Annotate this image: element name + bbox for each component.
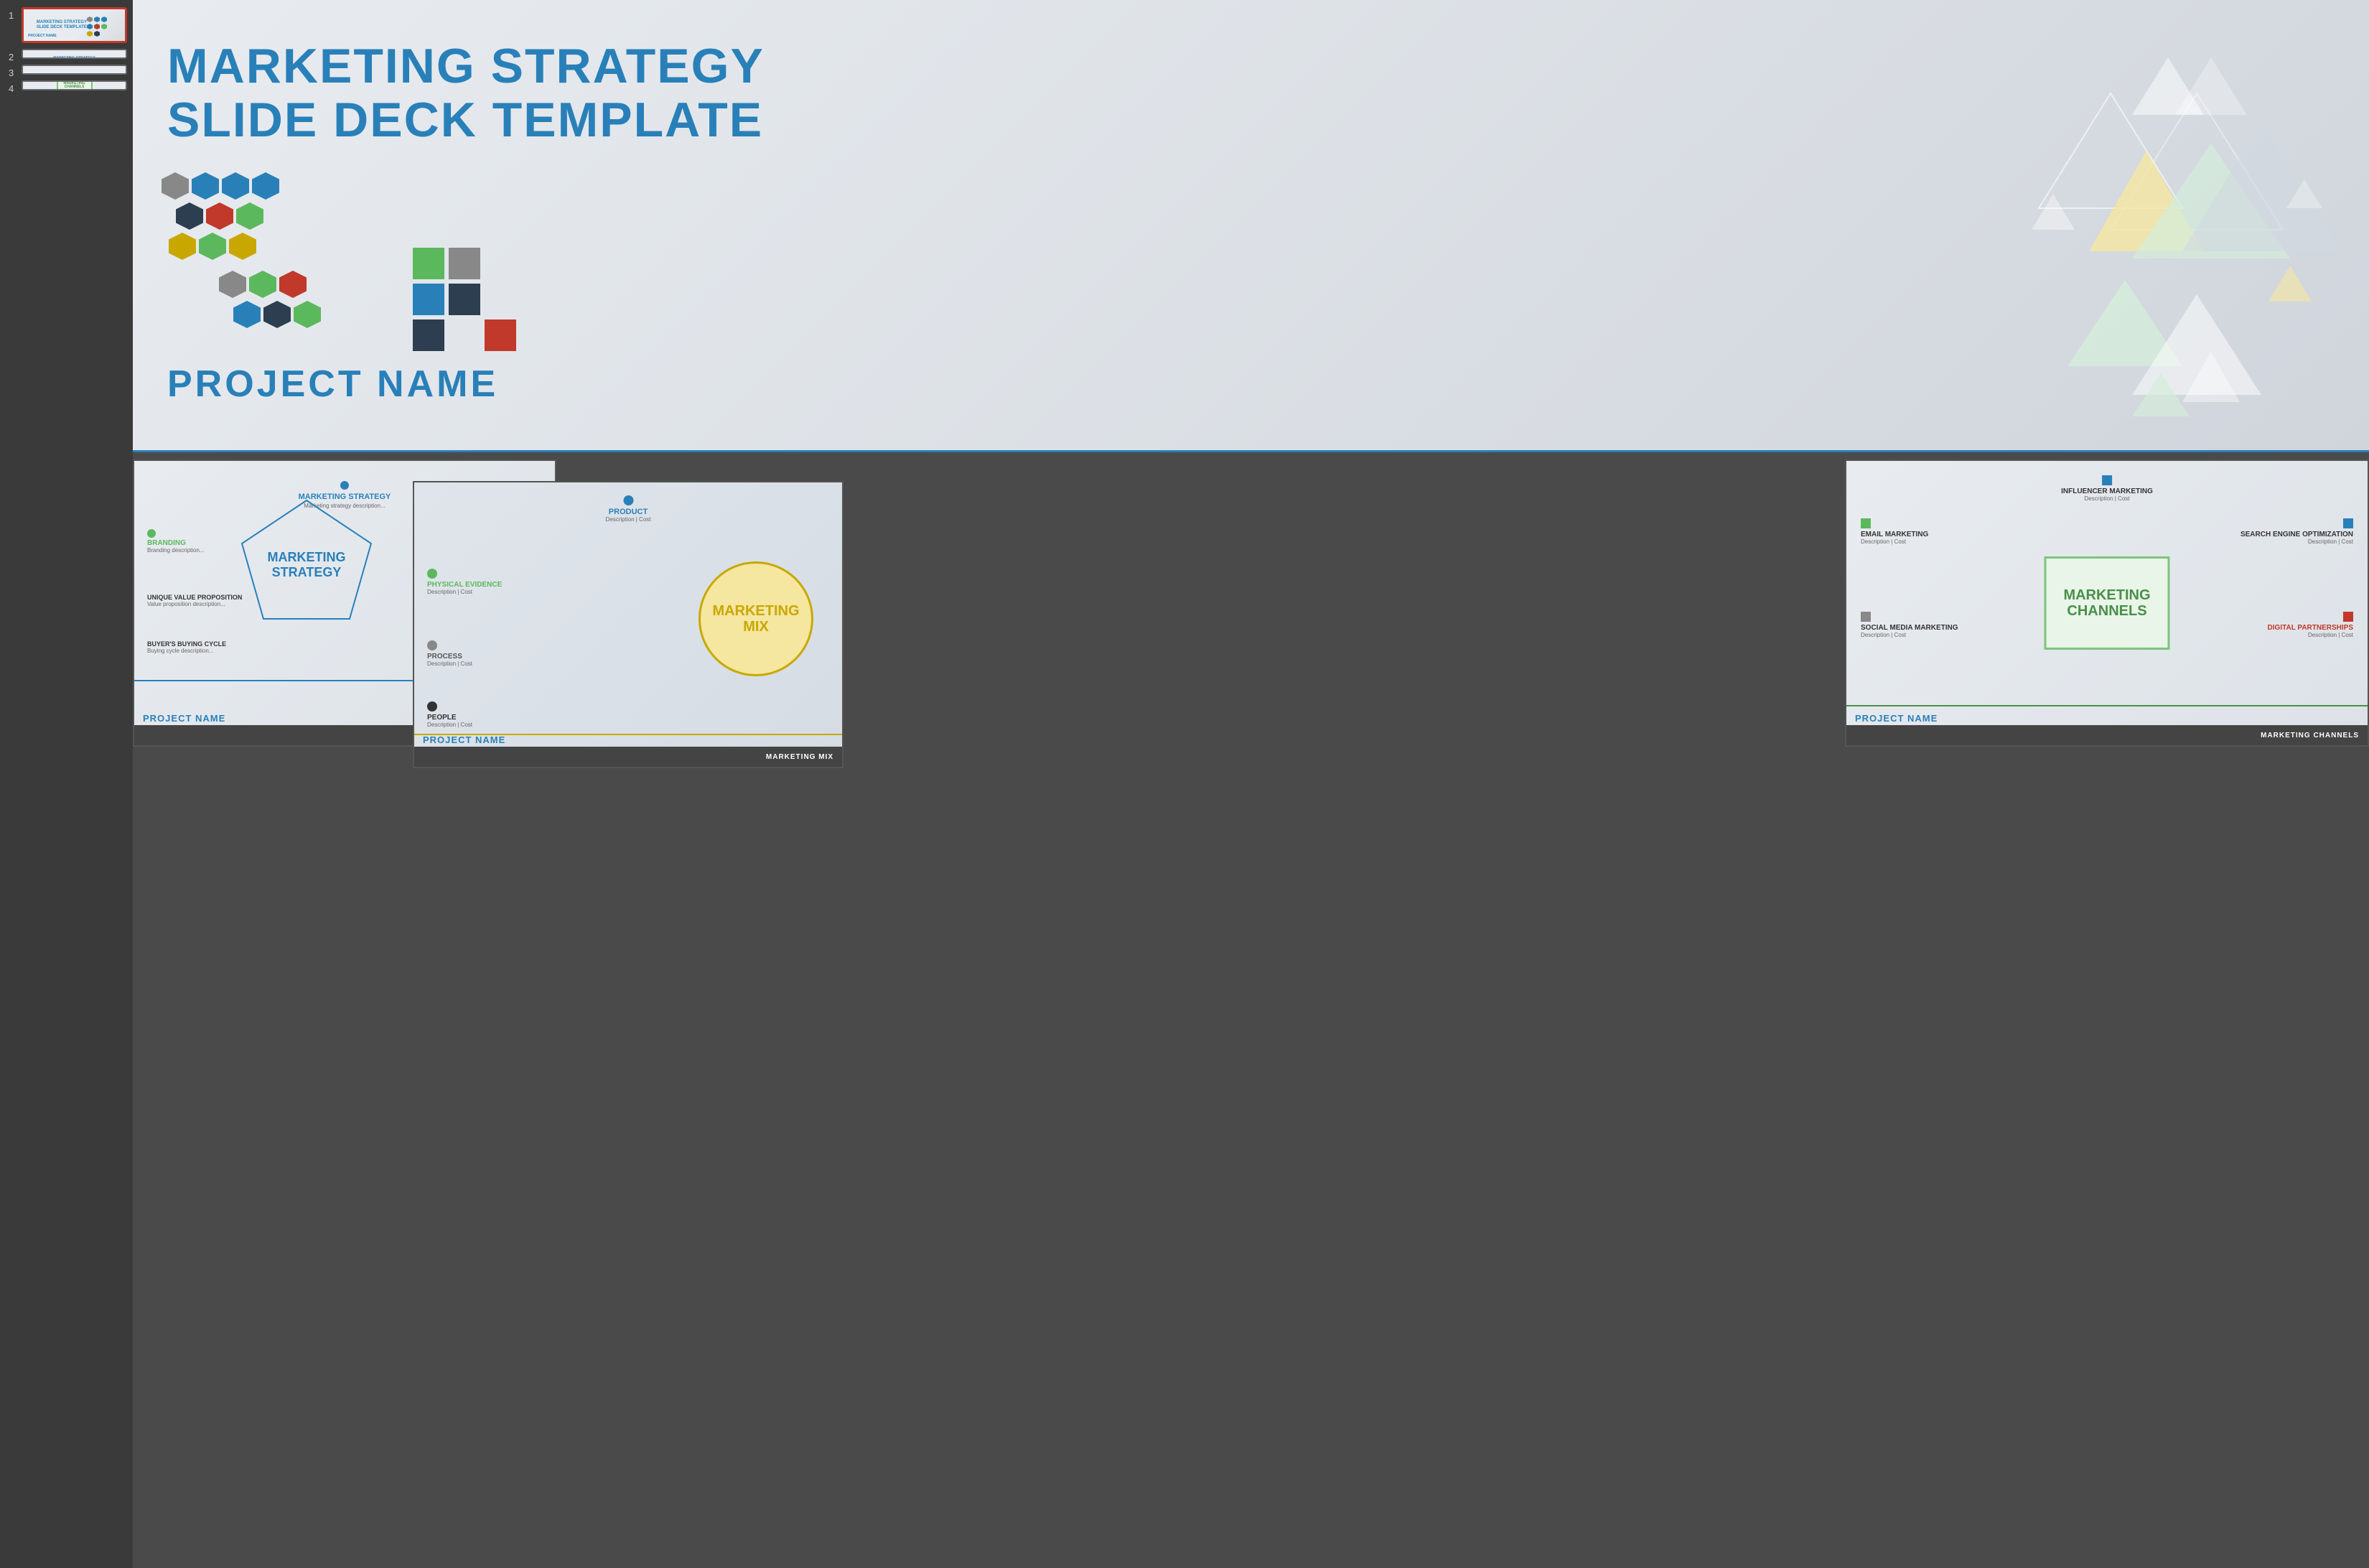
product-title: PRODUCT bbox=[606, 508, 651, 516]
main-slide-project: PROJECT NAME bbox=[167, 363, 498, 406]
uvp-title: UNIQUE VALUE PROPOSITION bbox=[147, 594, 242, 601]
social-title: SOCIAL MEDIA MARKETING bbox=[1861, 624, 1958, 632]
email-item: EMAIL MARKETING Description | Cost bbox=[1861, 518, 1928, 545]
branding-section: BRANDING Branding description... bbox=[147, 529, 205, 554]
right-panel-green-line bbox=[1846, 705, 2368, 706]
digital-item: DIGITAL PARTNERSHIPS Description | Cost bbox=[2268, 612, 2353, 638]
mc-label-line2: CHANNELS bbox=[2063, 603, 2150, 619]
center-panel-footer-text: MARKETING MIX bbox=[766, 753, 833, 761]
slide-panel: 1 MARKETING STRATEGYSLIDE DECK TEMPLATE … bbox=[0, 0, 133, 1568]
uvp-section: UNIQUE VALUE PROPOSITION Value propositi… bbox=[147, 594, 242, 607]
seo-title: SEARCH ENGINE OPTIMIZATION bbox=[2240, 531, 2353, 538]
main-area: MARKETING STRATEGY SLIDE DECK TEMPLATE bbox=[133, 0, 2369, 1568]
slide-thumb-1[interactable]: 1 MARKETING STRATEGYSLIDE DECK TEMPLATE … bbox=[22, 7, 127, 43]
bottom-panels-container: MARKETING STRATEGY Marketing strategy de… bbox=[133, 459, 2369, 761]
influencer-title: INFLUENCER MARKETING bbox=[2061, 487, 2153, 495]
main-slide-bottom-border bbox=[133, 450, 2369, 452]
digital-dot bbox=[2343, 612, 2353, 622]
email-dot bbox=[1861, 518, 1871, 528]
bbc-title: BUYER'S BUYING CYCLE bbox=[147, 640, 226, 648]
process-title: PROCESS bbox=[427, 653, 472, 661]
center-panel-project-name: PROJECT NAME bbox=[423, 734, 505, 745]
mm-label-line2: MIX bbox=[712, 619, 799, 635]
left-panel-project-name: PROJECT NAME bbox=[143, 713, 225, 724]
mm-label-line1: MARKETING bbox=[712, 603, 799, 619]
email-title: EMAIL MARKETING bbox=[1861, 531, 1928, 538]
uvp-sub: Value proposition description... bbox=[147, 601, 242, 607]
digital-title: DIGITAL PARTNERSHIPS bbox=[2268, 624, 2353, 632]
panel-right: MARKETING CHANNELS INFLUENCER MARKETING … bbox=[1845, 459, 2369, 747]
slide-thumb-2[interactable]: 2 MARKETING STRATEGYMarketing strategy d… bbox=[22, 49, 127, 59]
slide-number-1: 1 bbox=[9, 10, 14, 21]
main-slide-title: MARKETING STRATEGY SLIDE DECK TEMPLATE bbox=[167, 39, 765, 147]
seo-sub: Description | Cost bbox=[2240, 538, 2353, 545]
influencer-dot bbox=[2102, 475, 2112, 485]
people-dot bbox=[427, 701, 437, 711]
mm-circle: MARKETING MIX bbox=[698, 561, 813, 676]
right-panel-footer-text: MARKETING CHANNELS bbox=[2261, 732, 2359, 739]
triangle-cluster bbox=[1981, 50, 2355, 452]
social-sub: Description | Cost bbox=[1861, 632, 1958, 638]
branding-title: BRANDING bbox=[147, 539, 205, 547]
main-slide: MARKETING STRATEGY SLIDE DECK TEMPLATE bbox=[133, 0, 2369, 452]
process-dot bbox=[427, 640, 437, 650]
social-item: SOCIAL MEDIA MARKETING Description | Cos… bbox=[1861, 612, 1958, 638]
physical-evidence-title: PHYSICAL EVIDENCE bbox=[427, 581, 502, 589]
social-dot bbox=[1861, 612, 1871, 622]
square-pattern bbox=[413, 248, 516, 351]
digital-sub: Description | Cost bbox=[2268, 632, 2353, 638]
hex-cluster-left bbox=[162, 172, 321, 328]
pentagon-label: MARKETING STRATEGY bbox=[268, 550, 346, 580]
pentagon-label-line1: MARKETING bbox=[268, 550, 346, 565]
people-sub: Description | Cost bbox=[427, 722, 472, 728]
influencer-sub: Description | Cost bbox=[2061, 495, 2153, 502]
slide-number-4: 4 bbox=[9, 83, 14, 94]
people-title: PEOPLE bbox=[427, 714, 472, 722]
mc-center-box: MARKETING CHANNELS bbox=[2045, 556, 2170, 650]
influencer-item: INFLUENCER MARKETING Description | Cost bbox=[2061, 475, 2153, 502]
bbc-sub: Buying cycle description... bbox=[147, 648, 226, 654]
triangle-svg bbox=[1981, 50, 2355, 452]
people-item: PEOPLE Description | Cost bbox=[427, 701, 472, 728]
product-item: PRODUCT Description | Cost bbox=[606, 495, 651, 523]
mc-center-text: MARKETING CHANNELS bbox=[2063, 587, 2150, 619]
right-panel-footer: MARKETING CHANNELS bbox=[1846, 725, 2368, 745]
bbc-section: BUYER'S BUYING CYCLE Buying cycle descri… bbox=[147, 640, 226, 654]
center-panel-footer: MARKETING MIX bbox=[414, 747, 842, 767]
thumb1-title: MARKETING STRATEGYSLIDE DECK TEMPLATE bbox=[37, 20, 87, 30]
slide-thumb-3[interactable]: 3 MARKETINGMIX PRODUCTDesc|Cost PHYSICAL… bbox=[22, 65, 127, 75]
title-line2: SLIDE DECK TEMPLATE bbox=[167, 93, 765, 147]
product-dot bbox=[623, 495, 633, 505]
seo-dot bbox=[2343, 518, 2353, 528]
pentagon-label-line2: STRATEGY bbox=[268, 565, 346, 580]
thumb1-dots bbox=[87, 17, 112, 37]
seo-item: SEARCH ENGINE OPTIMIZATION Description |… bbox=[2240, 518, 2353, 545]
panel-center: PRODUCT Description | Cost PHYSICAL EVID… bbox=[413, 481, 844, 768]
slide-number-3: 3 bbox=[9, 67, 14, 78]
product-sub: Description | Cost bbox=[606, 516, 651, 523]
physical-evidence-sub: Description | Cost bbox=[427, 589, 502, 595]
slide-number-2: 2 bbox=[9, 52, 14, 62]
physical-evidence-item: PHYSICAL EVIDENCE Description | Cost bbox=[427, 569, 502, 595]
slide-thumb-4[interactable]: 4 MARKETINGCHANNELS EMAIL MARKETINGDesc|… bbox=[22, 80, 127, 90]
pentagon-container: MARKETING STRATEGY bbox=[228, 493, 386, 637]
physical-evidence-dot bbox=[427, 569, 437, 579]
thumb1-bottom: PROJECT NAME bbox=[28, 34, 57, 38]
email-sub: Description | Cost bbox=[1861, 538, 1928, 545]
right-panel-project-name: PROJECT NAME bbox=[1855, 713, 1938, 724]
title-line1: MARKETING STRATEGY bbox=[167, 39, 765, 93]
mm-circle-text: MARKETING MIX bbox=[712, 603, 799, 635]
ms-dot-top bbox=[340, 481, 349, 490]
branding-sub: Branding description... bbox=[147, 547, 205, 554]
process-sub: Description | Cost bbox=[427, 661, 472, 667]
branding-dot bbox=[147, 529, 156, 538]
mc-label-line1: MARKETING bbox=[2063, 587, 2150, 603]
process-item: PROCESS Description | Cost bbox=[427, 640, 472, 667]
